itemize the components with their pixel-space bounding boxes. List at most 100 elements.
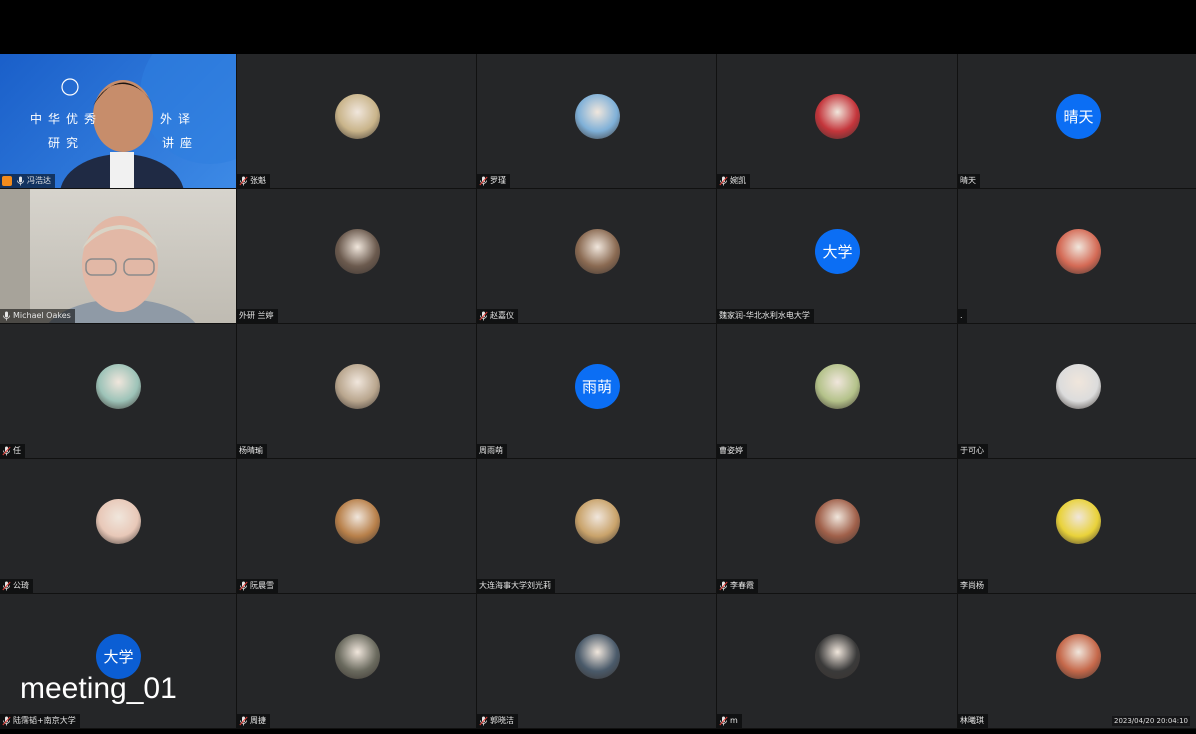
participant-name: 任 xyxy=(13,446,21,455)
participant-tile[interactable]: 郭晓洁 xyxy=(477,594,716,728)
participant-tile[interactable]: 张魁 xyxy=(237,54,476,188)
participant-name: 于可心 xyxy=(960,446,984,455)
mic-muted-icon xyxy=(479,311,488,321)
avatar xyxy=(334,499,380,544)
participant-name: 罗瑾 xyxy=(490,176,506,185)
participant-name: 大连海事大学刘光莉 xyxy=(479,581,551,590)
participant-tile[interactable]: 晴天 晴天 xyxy=(958,54,1196,188)
participant-tile[interactable]: 阮晨雪 xyxy=(237,459,476,593)
participant-name-tag: 赵嘉仪 xyxy=(477,309,518,323)
participant-name: 杨晴瑜 xyxy=(239,446,263,455)
mic-icon xyxy=(16,176,25,186)
banner-text: 研究 xyxy=(48,136,85,150)
participant-name: 李尚杨 xyxy=(960,581,984,590)
participant-name-tag: 曹姿婷 xyxy=(717,444,747,458)
banner-text: 讲座 xyxy=(162,136,199,150)
participant-name: 林曦琪 xyxy=(960,716,984,725)
mic-muted-icon xyxy=(479,716,488,726)
banner-text: 外译 xyxy=(160,112,197,126)
participant-name: 婉凯 xyxy=(730,176,746,185)
avatar xyxy=(1056,229,1101,274)
participant-tile[interactable]: 杨晴瑜 xyxy=(237,324,476,458)
participant-tile[interactable]: 雨萌周雨萌 xyxy=(477,324,716,458)
mic-muted-icon xyxy=(719,716,728,726)
participant-tile[interactable]: 林曦琪 xyxy=(958,594,1196,728)
participant-name-tag: Michael Oakes xyxy=(0,309,75,323)
participant-name-tag: 郭晓洁 xyxy=(477,714,518,728)
participant-name: 魏家润-华北水利水电大学 xyxy=(719,311,810,320)
mic-muted-icon xyxy=(2,581,11,591)
participant-tile[interactable]: 罗瑾 xyxy=(477,54,716,188)
banner-text: 中华优秀 xyxy=(30,112,103,126)
participant-name: 陆霈韬+南京大学 xyxy=(13,716,76,725)
participant-name-tag: 于可心 xyxy=(958,444,988,458)
mic-muted-icon xyxy=(239,176,248,186)
participant-tile[interactable]: Michael Oakes xyxy=(0,189,236,323)
top-bar xyxy=(0,0,1196,54)
participant-tile[interactable]: 曹姿婷 xyxy=(717,324,957,458)
participant-name-tag: 魏家润-华北水利水电大学 xyxy=(717,309,814,323)
mic-muted-icon xyxy=(2,716,11,726)
participant-name-tag: 晴天 xyxy=(958,174,980,188)
participant-tile[interactable]: m xyxy=(717,594,957,728)
host-badge-icon xyxy=(2,176,12,186)
participant-name-tag: 周雨萌 xyxy=(477,444,507,458)
participant-tile[interactable]: 外研 兰婷 xyxy=(237,189,476,323)
participant-name: Michael Oakes xyxy=(13,311,71,320)
mic-muted-icon xyxy=(239,581,248,591)
avatar xyxy=(815,499,860,544)
avatar xyxy=(334,94,380,139)
participant-name-tag: 婉凯 xyxy=(717,174,750,188)
avatar xyxy=(1056,634,1101,679)
participant-tile[interactable]: 李尚杨 xyxy=(958,459,1196,593)
participant-tile[interactable]: 婉凯 xyxy=(717,54,957,188)
participant-tile[interactable]: 任 xyxy=(0,324,236,458)
participant-tile[interactable]: 中华优秀 外译研究 讲座冯浩达 xyxy=(0,54,236,188)
participant-tile[interactable]: 于可心 xyxy=(958,324,1196,458)
participant-name: 李春霞 xyxy=(730,581,754,590)
participant-tile[interactable]: 赵嘉仪 xyxy=(477,189,716,323)
participant-name-tag: . xyxy=(958,309,967,323)
participant-name: 郭晓洁 xyxy=(490,716,514,725)
mic-muted-icon xyxy=(719,176,728,186)
participant-tile[interactable]: 大学 陆霈韬+南京大学 xyxy=(0,594,236,728)
avatar: 雨萌 xyxy=(574,364,620,409)
avatar xyxy=(574,94,620,139)
participant-name: 公琦 xyxy=(13,581,29,590)
mic-muted-icon xyxy=(239,716,248,726)
participant-name: 外研 兰婷 xyxy=(239,311,274,320)
avatar xyxy=(1056,364,1101,409)
participant-name-tag: 杨晴瑜 xyxy=(237,444,267,458)
participant-name: m xyxy=(730,716,738,725)
participant-tile[interactable]: 公琦 xyxy=(0,459,236,593)
guest-video-feed xyxy=(0,189,196,323)
participant-name-tag: 林曦琪 xyxy=(958,714,988,728)
mic-muted-icon xyxy=(719,581,728,591)
avatar xyxy=(815,634,860,679)
participant-tile[interactable]: 周捷 xyxy=(237,594,476,728)
avatar xyxy=(574,229,620,274)
participant-tile[interactable]: 大学魏家润-华北水利水电大学 xyxy=(717,189,957,323)
avatar xyxy=(574,634,620,679)
recording-timestamp: 2023/04/20 20:04:10 xyxy=(1111,716,1190,726)
participant-tile[interactable]: 李春霞 xyxy=(717,459,957,593)
participant-tile[interactable]: 大连海事大学刘光莉 xyxy=(477,459,716,593)
participant-name: 周捷 xyxy=(250,716,266,725)
participant-name-tag: 周捷 xyxy=(237,714,270,728)
avatar xyxy=(815,364,860,409)
avatar xyxy=(815,94,860,139)
participant-name: . xyxy=(960,311,963,320)
participant-tile[interactable]: . xyxy=(958,189,1196,323)
participant-name-tag: 大连海事大学刘光莉 xyxy=(477,579,555,593)
participant-name-tag: 李春霞 xyxy=(717,579,758,593)
avatar: 大学 xyxy=(815,229,860,274)
participant-name-tag: 外研 兰婷 xyxy=(237,309,278,323)
participant-name-tag: 罗瑾 xyxy=(477,174,510,188)
participant-name: 赵嘉仪 xyxy=(490,311,514,320)
participant-name-tag: 张魁 xyxy=(237,174,270,188)
avatar xyxy=(96,499,141,544)
participant-name-tag: 公琦 xyxy=(0,579,33,593)
mic-icon xyxy=(2,311,11,321)
participant-name: 冯浩达 xyxy=(27,176,51,185)
participant-name: 阮晨雪 xyxy=(250,581,274,590)
